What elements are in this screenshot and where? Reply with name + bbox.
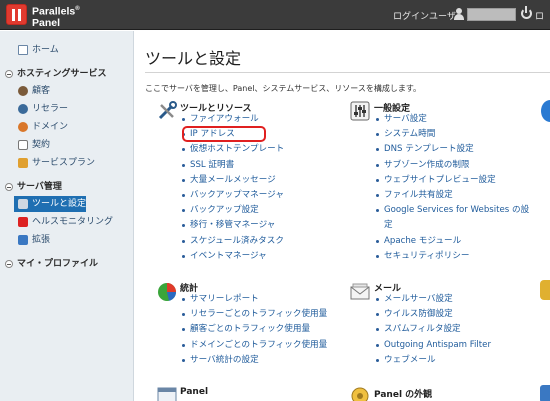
link-mass-email[interactable]: 大量メールメッセージ: [180, 173, 284, 188]
link-scheduled-tasks[interactable]: スケジュール済みタスク: [180, 234, 284, 249]
sidebar-section-label: マイ・プロファイル: [17, 259, 99, 269]
sidebar-section-server[interactable]: サーバ管理: [0, 179, 134, 195]
service-plan-icon: [18, 158, 28, 168]
home-icon: [18, 45, 28, 55]
link-webmail[interactable]: ウェブメール: [374, 353, 491, 368]
ip-address-highlight: [182, 126, 266, 142]
sidebar-item-label: 顧客: [32, 86, 51, 96]
logout-link[interactable]: ロ: [535, 9, 544, 22]
collapse-toggle-icon[interactable]: [5, 260, 13, 268]
username-display[interactable]: [467, 8, 516, 21]
link-virtual-host-template[interactable]: 仮想ホストテンプレート: [180, 142, 284, 157]
sidebar-section-label: サーバ管理: [17, 182, 62, 192]
login-user-label: ログインユーザ:: [393, 12, 459, 22]
page-title: ツールと設定: [145, 49, 242, 68]
link-file-sharing[interactable]: ファイル共有設定: [374, 188, 529, 203]
link-system-time[interactable]: システム時間: [374, 127, 529, 142]
general-link-list: サーバ設定 システム時間 DNS テンプレート設定 サブゾーン作成の制限 ウェブ…: [374, 112, 529, 264]
power-icon[interactable]: [521, 6, 532, 19]
link-ssl-certificates[interactable]: SSL 証明書: [180, 158, 284, 173]
sidebar-item-label: リセラー: [32, 104, 69, 114]
link-reseller-traffic[interactable]: リセラーごとのトラフィック使用量: [180, 307, 327, 322]
sidebar-item-tools-settings[interactable]: ツールと設定: [14, 196, 86, 212]
sidebar-item-customers[interactable]: 顧客: [0, 83, 134, 99]
sidebar: ホーム ホスティングサービス 顧客 リセラー ドメイン 契約 サービスプラン サ…: [0, 31, 134, 401]
sidebar-item-label: ツールと設定: [32, 199, 87, 209]
link-security-policy[interactable]: セキュリティポリシー: [374, 249, 529, 264]
partial-icon-right-bottom: [540, 385, 550, 401]
link-migration-manager[interactable]: 移行・移管マネージャ: [180, 218, 284, 233]
brand-line2: Panel: [32, 16, 61, 29]
link-backup-settings[interactable]: バックアップ設定: [180, 203, 284, 218]
sidebar-item-label: ドメイン: [32, 122, 69, 132]
sidebar-item-health-monitoring[interactable]: ヘルスモニタリング: [0, 214, 134, 230]
collapse-toggle-icon[interactable]: [5, 183, 13, 191]
panel-icon: [157, 387, 177, 401]
link-mail-server-settings[interactable]: メールサーバ設定: [374, 292, 491, 307]
sidebar-item-label: 契約: [32, 140, 51, 150]
link-spam-filter[interactable]: スパムフィルタ設定: [374, 322, 491, 337]
partial-icon-right-middle: [540, 280, 550, 300]
link-subzone-restrictions[interactable]: サブゾーン作成の制限: [374, 158, 529, 173]
link-server-settings[interactable]: サーバ設定: [374, 112, 529, 127]
link-website-preview[interactable]: ウェブサイトプレビュー設定: [374, 173, 529, 188]
statistics-icon: [158, 283, 177, 301]
sidebar-item-resellers[interactable]: リセラー: [0, 101, 134, 117]
link-summary-report[interactable]: サマリーレポート: [180, 292, 327, 307]
parallels-logo-icon[interactable]: [6, 4, 27, 25]
sidebar-item-home[interactable]: ホーム: [0, 42, 134, 58]
link-google-services[interactable]: Google Services for Websites の設: [374, 203, 529, 218]
brand-name: Parallels® Panel: [32, 4, 80, 29]
sidebar-item-subscriptions[interactable]: 契約: [0, 137, 134, 153]
subscription-icon: [18, 140, 28, 150]
collapse-toggle-icon[interactable]: [5, 70, 13, 78]
link-firewall[interactable]: ファイアウォール: [180, 112, 284, 127]
reseller-icon: [18, 104, 28, 114]
general-settings-icon: [350, 101, 370, 121]
link-apache-modules[interactable]: Apache モジュール: [374, 234, 529, 249]
mail-link-list: メールサーバ設定 ウイルス防御設定 スパムフィルタ設定 Outgoing Ant…: [374, 292, 491, 368]
link-customer-traffic[interactable]: 顧客ごとのトラフィック使用量: [180, 322, 327, 337]
sidebar-item-domains[interactable]: ドメイン: [0, 119, 134, 135]
top-bar: Parallels® Panel ログインユーザ: ロ: [0, 0, 550, 30]
customer-icon: [18, 86, 28, 96]
brand-trademark: ®: [75, 6, 80, 12]
tools-resources-icon: [158, 101, 177, 120]
link-dns-template[interactable]: DNS テンプレート設定: [374, 142, 529, 157]
link-event-manager[interactable]: イベントマネージャ: [180, 249, 284, 264]
domain-icon: [18, 122, 28, 132]
link-stats-settings[interactable]: サーバ統計の設定: [180, 353, 327, 368]
sidebar-item-label: 拡張: [32, 235, 51, 245]
mail-icon: [350, 283, 370, 300]
title-divider: [145, 72, 550, 73]
link-outgoing-antispam[interactable]: Outgoing Antispam Filter: [374, 338, 491, 353]
link-antivirus-settings[interactable]: ウイルス防御設定: [374, 307, 491, 322]
link-backup-manager[interactable]: バックアップマネージャ: [180, 188, 284, 203]
sidebar-item-extensions[interactable]: 拡張: [0, 232, 134, 248]
sidebar-item-service-plans[interactable]: サービスプラン: [0, 155, 134, 171]
group-title-appearance: Panel の外観: [374, 390, 433, 400]
page-description: ここでサーバを管理し、Panel、システムサービス、リソースを構成します。: [145, 84, 422, 93]
appearance-icon: [351, 387, 369, 401]
link-domain-traffic[interactable]: ドメインごとのトラフィック使用量: [180, 338, 327, 353]
sidebar-item-label: サービスプラン: [32, 158, 96, 168]
sidebar-section-profile[interactable]: マイ・プロファイル: [0, 256, 134, 272]
health-monitor-icon: [18, 217, 28, 227]
tools-icon: [18, 199, 28, 209]
statistics-link-list: サマリーレポート リセラーごとのトラフィック使用量 顧客ごとのトラフィック使用量…: [180, 292, 327, 368]
sidebar-item-label: ヘルスモニタリング: [32, 217, 114, 227]
sidebar-item-label: ホーム: [32, 45, 59, 55]
sidebar-section-hosting[interactable]: ホスティングサービス: [0, 66, 134, 82]
user-icon: [454, 8, 464, 20]
link-google-services-cont[interactable]: 定: [374, 218, 529, 233]
sidebar-section-label: ホスティングサービス: [17, 69, 107, 79]
group-title-panel: Panel: [180, 387, 209, 397]
extension-icon: [18, 235, 28, 245]
